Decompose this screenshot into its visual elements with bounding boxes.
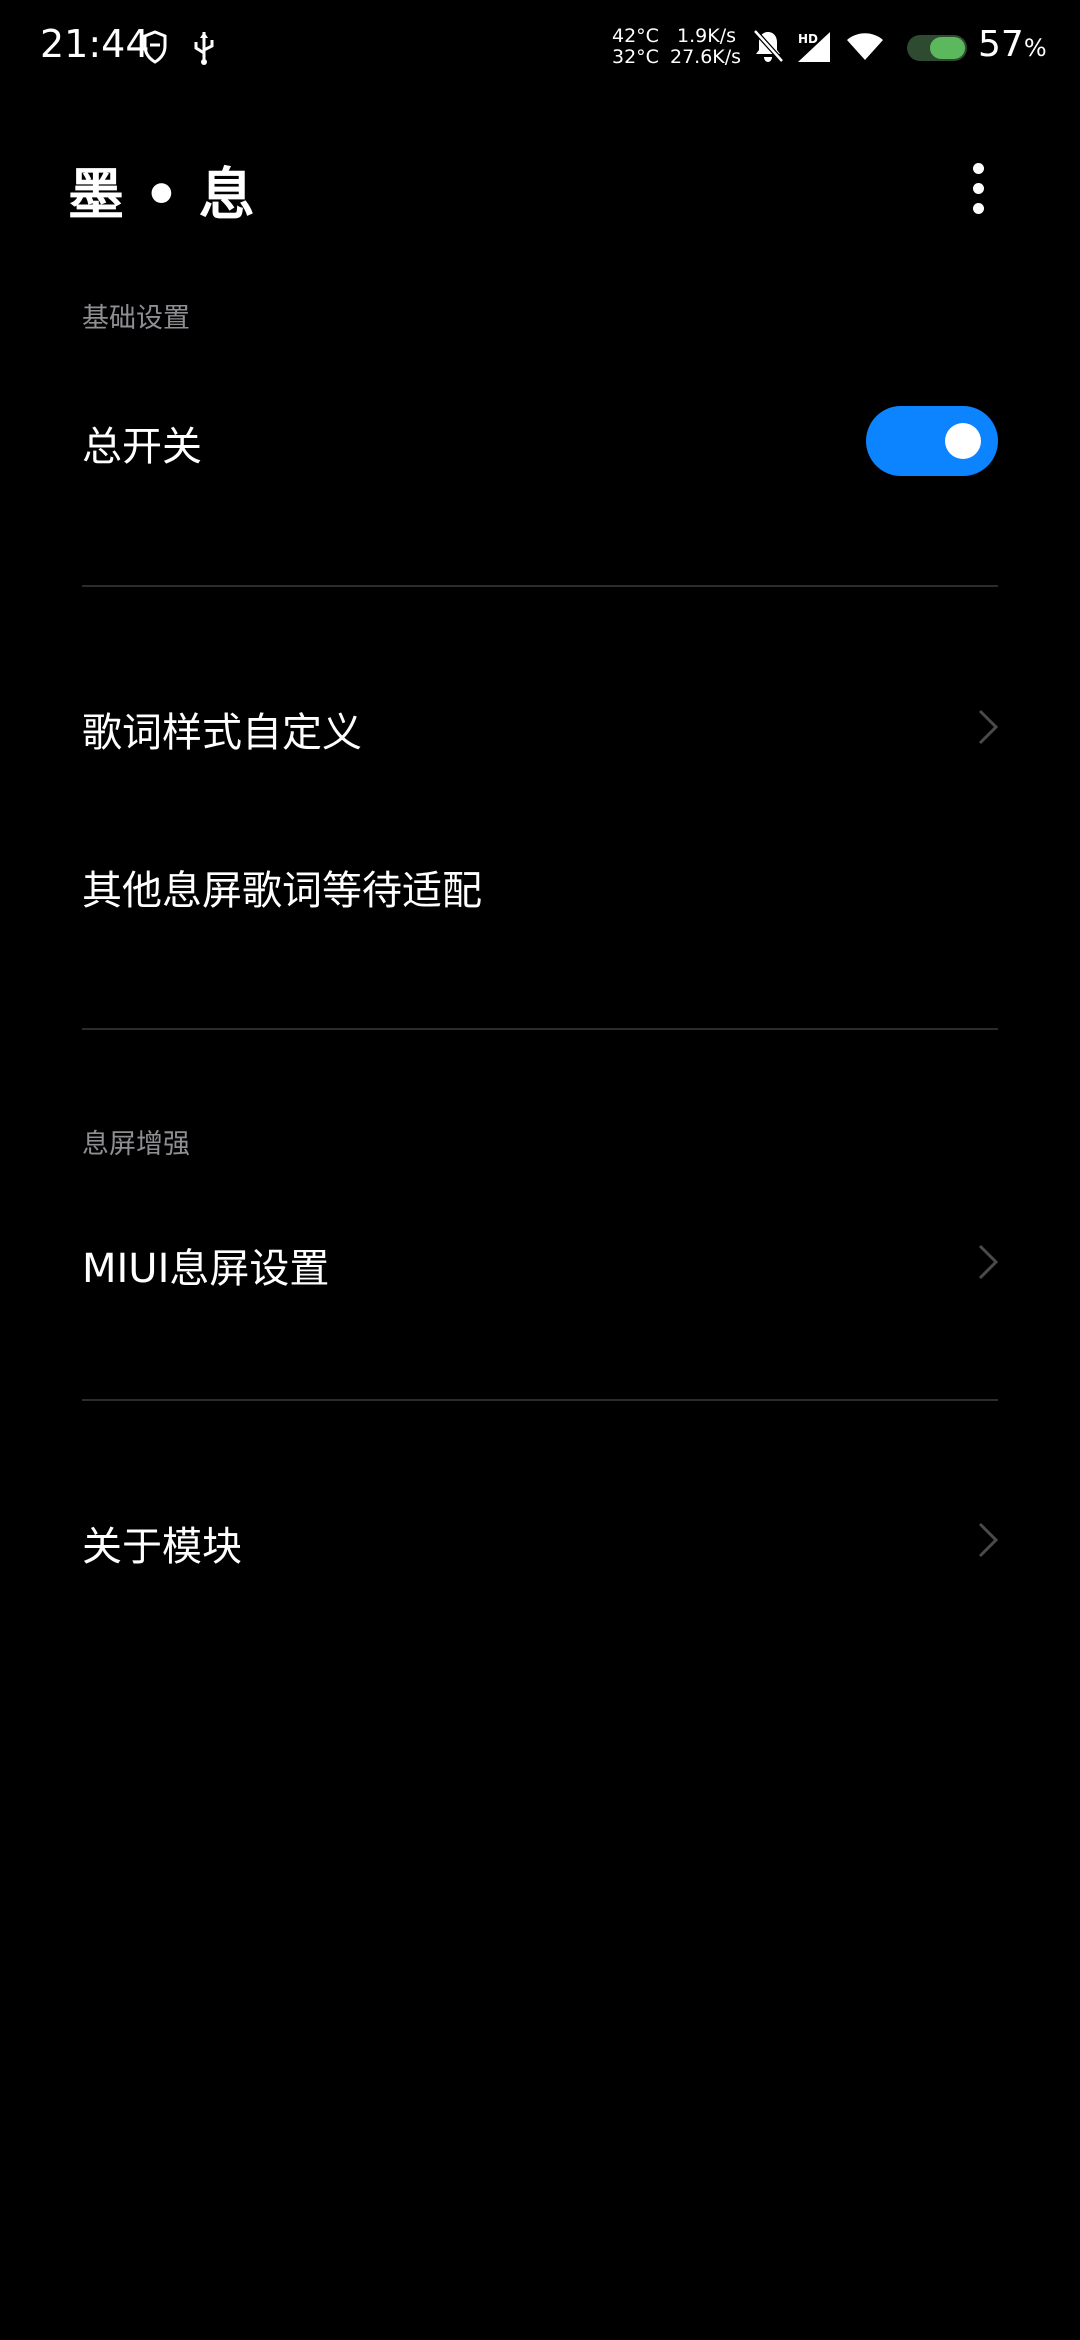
- divider: [82, 1028, 998, 1030]
- shield-icon: [142, 30, 168, 68]
- page-title: 墨 • 息: [68, 163, 255, 228]
- section-basic-settings: 基础设置: [82, 303, 190, 334]
- chevron-right-icon: [970, 1240, 1006, 1284]
- more-vertical-icon-dot: [972, 202, 984, 214]
- signal-icon: HD: [796, 30, 832, 68]
- usb-icon: [192, 30, 216, 70]
- section-aod-enhancement: 息屏增强: [82, 1129, 190, 1160]
- chevron-right-icon: [970, 1518, 1006, 1562]
- more-vertical-icon: [972, 162, 984, 174]
- download-speed: 27.6K/s: [670, 46, 742, 68]
- about-module-label: 关于模块: [82, 1524, 242, 1570]
- network-speed-readout: 1.9K/s 27.6K/s: [670, 25, 742, 68]
- status-bar: 21:44 42°C 32°C 1.9K/s 27.6K/s HD 57%: [0, 0, 1080, 96]
- battery-percent: 57%: [978, 24, 1047, 65]
- lyric-style-label: 歌词样式自定义: [82, 710, 362, 756]
- wifi-icon: [846, 32, 884, 66]
- miui-aod-settings-label: MIUI息屏设置: [82, 1246, 330, 1292]
- battery-icon: [906, 34, 970, 66]
- master-switch-toggle[interactable]: [866, 406, 998, 476]
- upload-speed: 1.9K/s: [677, 25, 736, 47]
- pending-adaptation-label: 其他息屏歌词等待适配: [82, 868, 482, 914]
- more-vertical-icon-dot: [972, 182, 984, 194]
- status-time: 21:44: [40, 22, 150, 66]
- divider: [82, 585, 998, 587]
- bell-off-icon: [752, 28, 784, 68]
- divider: [82, 1399, 998, 1401]
- master-switch-label: 总开关: [82, 424, 202, 470]
- chevron-right-icon: [970, 705, 1006, 749]
- more-options-button[interactable]: [948, 150, 1008, 226]
- toggle-knob: [945, 423, 981, 459]
- hd-badge: HD: [798, 32, 818, 46]
